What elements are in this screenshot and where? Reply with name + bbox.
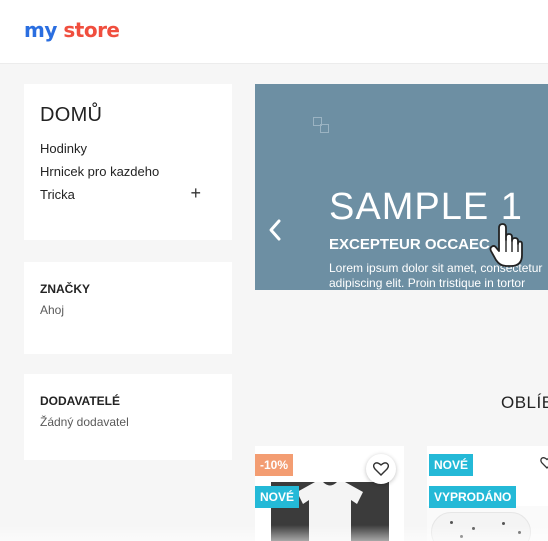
brand-link-ahoj[interactable]: Ahoj [40,303,216,317]
hero-subtitle: EXCEPTEUR OCCAEC [329,236,490,253]
category-tree-title[interactable]: DOMŮ [40,104,216,127]
plus-icon[interactable]: + [190,183,201,204]
squares-icon [313,117,331,133]
category-item-hodinky[interactable]: Hodinky [40,137,216,160]
heart-icon[interactable] [366,454,396,484]
new-badge: NOVÉ [255,486,300,508]
brands-block: ZNAČKY Ahoj [24,262,232,354]
product-card[interactable]: -10% NOVÉ [255,446,404,541]
category-tree: DOMŮ Hodinky Hrnicek pro kazdeho Tricka … [24,84,232,240]
brands-title[interactable]: ZNAČKY [40,282,216,296]
product-card[interactable]: NOVÉ VYPRODÁNO [427,446,548,541]
logo-part-store: store [63,18,120,42]
category-item-tricka[interactable]: Tricka + [40,183,216,206]
popular-products-title: OBLÍB [501,393,548,412]
logo-part-my: my [24,18,57,42]
site-header: my store [0,0,548,64]
category-item-tricka-label[interactable]: Tricka [40,187,75,202]
discount-badge: -10% [255,454,294,476]
category-item-hrnicek[interactable]: Hrnicek pro kazdeho [40,160,216,183]
tshirt-image [297,482,363,541]
sold-out-badge: VYPRODÁNO [429,486,517,508]
store-logo[interactable]: my store [24,18,120,42]
chevron-left-icon[interactable] [267,218,287,242]
suppliers-title[interactable]: DODAVATELÉ [40,394,216,408]
product-image[interactable] [427,506,548,541]
heart-icon[interactable] [540,456,548,470]
mug-image [431,512,531,541]
hand-pointer-cursor-icon [489,223,523,267]
suppliers-empty-text: Žádný dodavatel [40,415,129,429]
hero-description-line2: adipiscing elit. Proin tristique in tort… [329,276,526,290]
new-badge: NOVÉ [429,454,474,476]
suppliers-block: DODAVATELÉ Žádný dodavatel [24,374,232,460]
